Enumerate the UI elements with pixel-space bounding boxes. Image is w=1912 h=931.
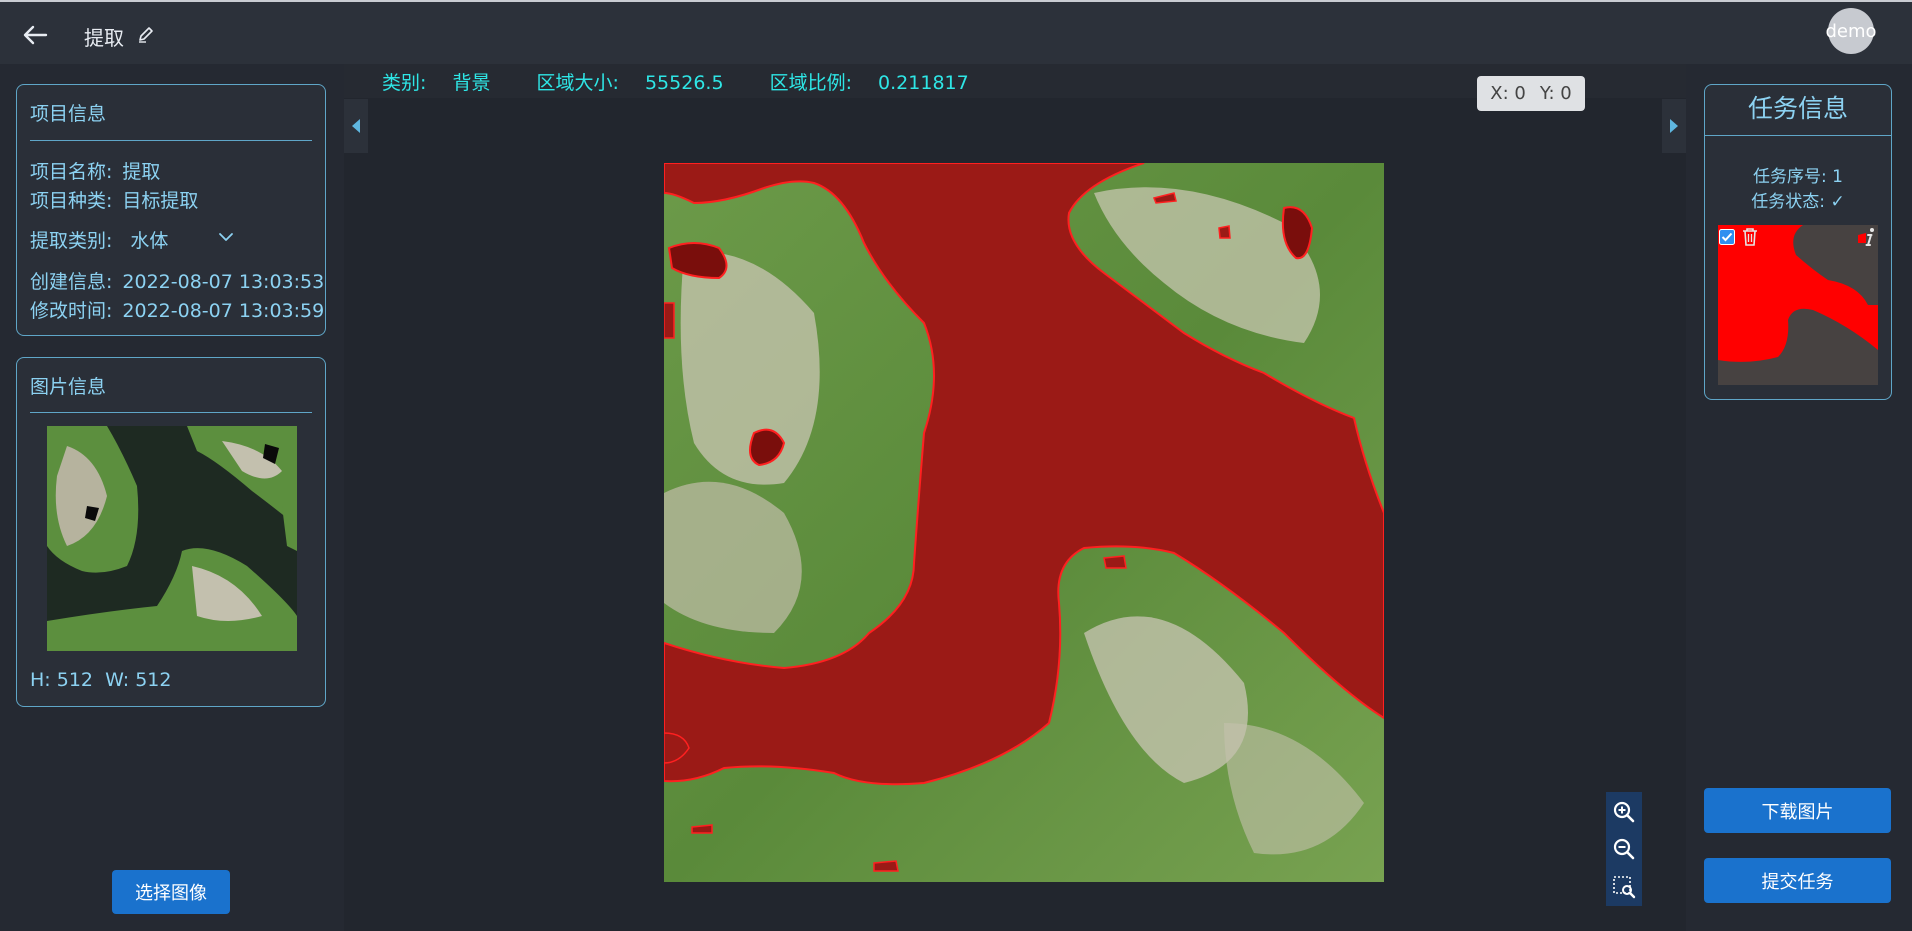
caret-right-icon [1670, 119, 1678, 133]
height-value: 512 [56, 669, 94, 691]
collapse-right-panel-tab[interactable] [1662, 99, 1686, 153]
zoom-toolbar [1606, 792, 1642, 906]
created-value: 2022-08-07 13:03:53 [122, 271, 325, 293]
task-index-label: 任务序号: [1753, 167, 1827, 187]
created-row: 创建信息: 2022-08-07 13:03:53 [30, 267, 324, 294]
image-info-card: 图片信息 H: 512 W: 512 [16, 357, 326, 707]
divider [30, 412, 312, 413]
source-image-thumbnail [47, 426, 297, 651]
region-area-label: 区域大小: [536, 72, 619, 94]
submit-task-button[interactable]: 提交任务 [1704, 858, 1891, 903]
project-type-row: 项目种类: 目标提取 [30, 186, 198, 213]
project-type-value: 目标提取 [122, 190, 199, 212]
collapse-left-panel-tab[interactable] [344, 99, 368, 153]
y-label: Y: [1539, 83, 1555, 104]
task-info-title: 任务信息 [1747, 94, 1848, 123]
project-info-card: 项目信息 项目名称: 提取 项目种类: 目标提取 提取类别: 水体 创建信息: 2022… [16, 84, 326, 336]
task-result-thumbnail[interactable] [1718, 225, 1878, 385]
region-class-value: 背景 [452, 72, 491, 94]
task-status-value: ✓ [1830, 192, 1845, 212]
annotation-stage[interactable]: 类别: 背景 区域大小: 55526.5 区域比例: 0.211817 X: 0… [344, 64, 1686, 931]
divider [1705, 135, 1891, 136]
project-name-value: 提取 [122, 161, 161, 183]
image-info-title: 图片信息 [30, 376, 107, 398]
choose-image-button[interactable]: 选择图像 [112, 870, 230, 914]
region-class: 类别: 背景 [382, 72, 510, 94]
region-area-value: 55526.5 [644, 72, 724, 94]
segmentation-image[interactable] [664, 163, 1384, 882]
modified-label: 修改时间: [30, 300, 113, 322]
user-avatar[interactable]: demo [1825, 8, 1877, 54]
x-value: 0 [1514, 83, 1526, 104]
task-status-row: 任务状态: ✓ [1705, 187, 1891, 212]
info-icon[interactable] [1863, 227, 1877, 247]
project-type-label: 项目种类: [30, 190, 113, 212]
zoom-in-icon[interactable] [1612, 800, 1636, 824]
edit-pencil-icon[interactable] [136, 24, 156, 44]
page-title: 提取 [84, 26, 124, 50]
task-info-card: 任务信息 任务序号: 1 任务状态: ✓ [1704, 84, 1892, 400]
region-area: 区域大小: 55526.5 [537, 72, 744, 94]
region-info: 类别: 背景 区域大小: 55526.5 区域比例: 0.211817 [382, 68, 1009, 95]
created-label: 创建信息: [30, 271, 113, 293]
task-select-checkbox[interactable] [1719, 229, 1735, 245]
height-label: H: [30, 669, 51, 691]
region-ratio-value: 0.211817 [878, 72, 969, 94]
modified-value: 2022-08-07 13:03:59 [122, 300, 325, 322]
cursor-coordinates: X: 0 Y: 0 [1477, 76, 1585, 111]
download-image-button[interactable]: 下载图片 [1704, 788, 1891, 833]
task-status-label: 任务状态: [1751, 192, 1826, 212]
project-name-label: 项目名称: [30, 161, 113, 183]
zoom-to-selection-icon[interactable] [1612, 875, 1636, 899]
project-name-row: 项目名称: 提取 [30, 157, 160, 184]
y-coordinate: Y: 0 [1540, 83, 1572, 104]
chevron-down-icon[interactable] [217, 230, 235, 244]
delete-trash-icon[interactable] [1741, 227, 1759, 247]
caret-left-icon [352, 119, 360, 133]
width-label: W: [105, 669, 130, 691]
task-index-row: 任务序号: 1 [1705, 162, 1891, 187]
category-label: 提取类别: [30, 230, 113, 252]
y-value: 0 [1560, 83, 1572, 104]
category-value: 水体 [130, 230, 169, 252]
task-index-value: 1 [1832, 167, 1843, 187]
modified-row: 修改时间: 2022-08-07 13:03:59 [30, 296, 324, 323]
image-dimensions: H: 512 W: 512 [30, 669, 171, 691]
app-header: 提取 demo [0, 2, 1912, 64]
region-ratio-label: 区域比例: [769, 72, 852, 94]
divider [30, 140, 312, 141]
project-info-title: 项目信息 [30, 103, 107, 125]
category-select[interactable]: 提取类别: 水体 [30, 226, 168, 253]
region-ratio: 区域比例: 0.211817 [770, 72, 989, 94]
x-label: X: [1490, 83, 1509, 104]
width-value: 512 [135, 669, 172, 691]
region-class-label: 类别: [382, 72, 427, 94]
x-coordinate: X: 0 [1490, 83, 1526, 104]
back-arrow-icon[interactable] [20, 22, 50, 48]
zoom-out-icon[interactable] [1612, 837, 1636, 861]
